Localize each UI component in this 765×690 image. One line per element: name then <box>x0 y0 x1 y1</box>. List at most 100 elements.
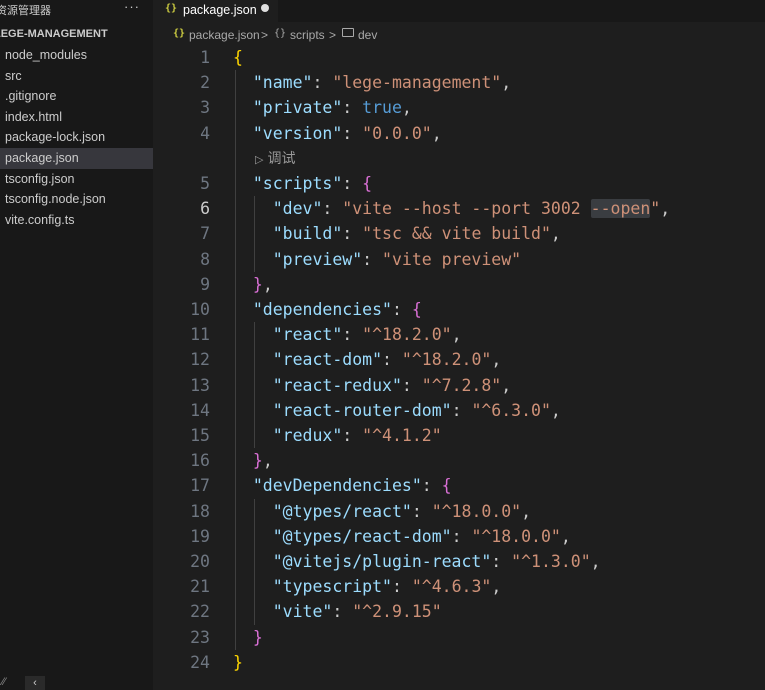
object-icon: {} <box>274 28 287 39</box>
code-token: "^18.2.0" <box>362 325 452 345</box>
code-token: "^18.0.0" <box>431 501 522 521</box>
code-token: : <box>411 501 432 521</box>
line-number: 12 <box>190 350 210 370</box>
code-token: "private" <box>252 98 343 118</box>
unsaved-dot-icon[interactable] <box>261 4 269 12</box>
code-line[interactable]: "react": "^18.2.0", <box>233 322 462 347</box>
tab-bar: {} package.json <box>153 0 765 22</box>
line-number: 10 <box>190 300 210 319</box>
code-token: } <box>252 627 263 647</box>
code-token: : <box>382 350 402 370</box>
code-line[interactable]: }, <box>233 272 273 297</box>
breadcrumb-file[interactable]: package.json <box>189 28 260 42</box>
code-line[interactable]: "private": true, <box>233 95 412 120</box>
code-token: : <box>342 325 363 345</box>
line-number: 19 <box>190 526 210 546</box>
code-token: , <box>550 400 561 420</box>
more-actions-icon[interactable]: ··· <box>124 0 140 14</box>
code-line[interactable]: "react-dom": "^18.2.0", <box>233 347 502 372</box>
code-line[interactable]: } <box>233 625 263 650</box>
line-number: 17 <box>190 476 210 496</box>
file-tree-item[interactable]: index.html <box>0 107 153 128</box>
code-line[interactable]: "@vitejs/plugin-react": "^1.3.0", <box>233 549 601 574</box>
code-token: : <box>391 300 412 319</box>
code-token: , <box>431 123 442 143</box>
code-line[interactable]: "react-redux": "^7.2.8", <box>233 373 511 398</box>
code-token: { <box>233 48 243 67</box>
code-token: --open <box>590 199 651 219</box>
file-tree-item[interactable]: package.json <box>0 147 153 169</box>
chevron-left-icon[interactable]: ‹ <box>25 676 45 690</box>
code-line[interactable]: "dev": "vite --host --port 3002 --open", <box>233 196 670 221</box>
line-number: 21 <box>190 577 210 597</box>
code-token: "name" <box>252 73 313 93</box>
code-line[interactable]: "version": "0.0.0", <box>233 121 442 146</box>
code-token: "@vitejs/plugin-react" <box>272 552 492 571</box>
code-line[interactable]: "react-router-dom": "^6.3.0", <box>233 398 561 423</box>
file-tree-item[interactable]: tsconfig.json <box>0 169 153 190</box>
code-line[interactable]: "vite": "^2.9.15" <box>233 599 442 624</box>
line-number: 14 <box>190 400 210 420</box>
line-number: 24 <box>190 652 210 672</box>
code-token: "lege-management" <box>332 73 502 93</box>
breadcrumb-separator: > <box>261 28 269 42</box>
code-line[interactable]: "redux": "^4.1.2" <box>233 423 442 448</box>
line-number: 6 <box>200 199 210 219</box>
code-token: : <box>451 400 472 420</box>
breadcrumb-separator: > <box>329 28 337 42</box>
code-line[interactable]: { <box>233 45 243 70</box>
code-token: "^1.3.0" <box>511 552 591 571</box>
code-token: : <box>451 526 472 546</box>
code-token: , <box>451 325 462 345</box>
file-tree-item[interactable]: src <box>0 66 153 87</box>
line-number: 5 <box>200 174 210 193</box>
code-token: : <box>342 98 363 118</box>
code-token: , <box>262 274 273 294</box>
code-token: , <box>560 526 571 546</box>
code-line[interactable]: "@types/react": "^18.0.0", <box>233 499 531 524</box>
breadcrumb-scripts[interactable]: scripts <box>290 28 325 42</box>
breadcrumb-dev[interactable]: dev <box>358 28 377 42</box>
code-token: : <box>421 476 442 496</box>
code-token: "^4.6.3" <box>411 577 492 597</box>
code-line[interactable]: "preview": "vite preview" <box>233 247 521 272</box>
code-line[interactable]: } <box>233 650 243 675</box>
string-icon <box>342 28 354 37</box>
code-line[interactable]: "scripts": { <box>233 171 372 196</box>
debug-codelens[interactable]: ▷ 调试 <box>255 148 295 168</box>
tab-package-json[interactable]: {} package.json <box>153 0 278 22</box>
code-token: , <box>401 98 412 118</box>
code-token: : <box>362 249 383 269</box>
code-token: "dependencies" <box>252 300 392 319</box>
line-number: 8 <box>200 249 210 269</box>
project-folder-title[interactable]: LEGE-MANAGEMENT <box>0 28 108 40</box>
file-tree-item[interactable]: node_modules <box>0 45 153 66</box>
code-line[interactable]: "dependencies": { <box>233 297 422 322</box>
code-line[interactable]: }, <box>233 448 273 473</box>
line-number: 2 <box>200 73 210 93</box>
line-number: 9 <box>200 274 210 294</box>
file-tree-item[interactable]: package-lock.json <box>0 127 153 148</box>
code-token: , <box>521 501 532 521</box>
code-token: , <box>550 224 561 244</box>
code-line[interactable]: "name": "lege-management", <box>233 70 511 95</box>
file-tree-item[interactable]: vite.config.ts <box>0 210 153 231</box>
indent-guide <box>254 196 255 272</box>
file-tree-item[interactable]: tsconfig.node.json <box>0 189 153 210</box>
code-line[interactable]: "@types/react-dom": "^18.0.0", <box>233 524 571 549</box>
code-line[interactable]: "typescript": "^4.6.3", <box>233 574 502 599</box>
file-tree-item[interactable]: .gitignore <box>0 86 153 107</box>
line-number: 3 <box>200 98 210 118</box>
code-token: { <box>362 174 373 193</box>
code-line[interactable]: "devDependencies": { <box>233 473 452 498</box>
code-editor[interactable]: 1 2 3 4 5 6 7 8 9 10 11 12 13 14 15 16 17 18 19 20 21 22 23 24 … <box>153 45 765 690</box>
code-token: "@types/react-dom" <box>272 526 452 546</box>
code-line[interactable]: "build": "tsc && vite build", <box>233 221 561 246</box>
code-token: "react" <box>272 325 343 345</box>
